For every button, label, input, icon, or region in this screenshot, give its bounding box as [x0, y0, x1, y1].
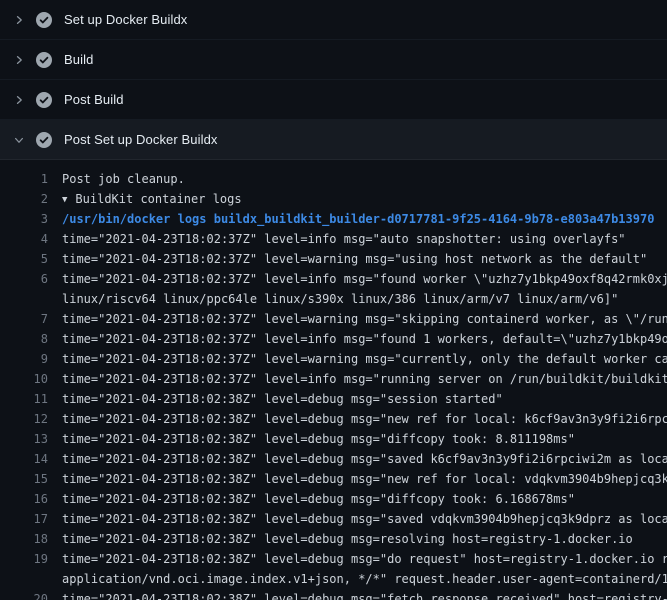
line-number[interactable]: 7 — [0, 309, 62, 329]
check-circle-icon — [36, 52, 52, 68]
line-number[interactable]: 10 — [0, 369, 62, 389]
chevron-right-icon — [13, 94, 25, 106]
log-text: Post job cleanup. — [62, 169, 667, 189]
log-text: time="2021-04-23T18:02:38Z" level=debug … — [62, 429, 667, 449]
log-text: time="2021-04-23T18:02:37Z" level=info m… — [62, 329, 667, 349]
chevron-right-icon — [13, 14, 25, 26]
log-text: time="2021-04-23T18:02:37Z" level=info m… — [62, 369, 667, 389]
log-line: 13time="2021-04-23T18:02:38Z" level=debu… — [0, 429, 667, 449]
log-text: application/vnd.oci.image.index.v1+json,… — [62, 569, 667, 589]
line-number[interactable]: 8 — [0, 329, 62, 349]
line-number[interactable]: 12 — [0, 409, 62, 429]
line-number-empty — [0, 289, 62, 309]
log-line: 19time="2021-04-23T18:02:38Z" level=debu… — [0, 549, 667, 569]
line-number[interactable]: 2 — [0, 189, 62, 209]
log-line: 20time="2021-04-23T18:02:38Z" level=debu… — [0, 589, 667, 600]
log-text: time="2021-04-23T18:02:38Z" level=debug … — [62, 469, 667, 489]
step-header-build[interactable]: Build — [0, 40, 667, 80]
log-text: time="2021-04-23T18:02:38Z" level=debug … — [62, 549, 667, 569]
log-line: 5time="2021-04-23T18:02:37Z" level=warni… — [0, 249, 667, 269]
step-header-post-build[interactable]: Post Build — [0, 80, 667, 120]
line-number[interactable]: 9 — [0, 349, 62, 369]
line-number[interactable]: 11 — [0, 389, 62, 409]
log-text: time="2021-04-23T18:02:38Z" level=debug … — [62, 389, 667, 409]
line-number[interactable]: 16 — [0, 489, 62, 509]
log-line-wrap: linux/riscv64 linux/ppc64le linux/s390x … — [0, 289, 667, 309]
line-number[interactable]: 4 — [0, 229, 62, 249]
log-panel: 1Post job cleanup.2▼BuildKit container l… — [0, 160, 667, 600]
check-circle-icon — [36, 132, 52, 148]
step-label: Post Build — [64, 92, 124, 107]
log-line: 11time="2021-04-23T18:02:38Z" level=debu… — [0, 389, 667, 409]
log-text: time="2021-04-23T18:02:38Z" level=debug … — [62, 509, 667, 529]
log-line: 3/usr/bin/docker logs buildx_buildkit_bu… — [0, 209, 667, 229]
log-text: linux/riscv64 linux/ppc64le linux/s390x … — [62, 289, 667, 309]
log-text: time="2021-04-23T18:02:38Z" level=debug … — [62, 449, 667, 469]
log-line: 14time="2021-04-23T18:02:38Z" level=debu… — [0, 449, 667, 469]
line-number[interactable]: 6 — [0, 269, 62, 289]
check-circle-icon — [36, 92, 52, 108]
log-line: 9time="2021-04-23T18:02:37Z" level=warni… — [0, 349, 667, 369]
step-label: Post Set up Docker Buildx — [64, 132, 218, 147]
log-text: time="2021-04-23T18:02:37Z" level=warnin… — [62, 309, 667, 329]
chevron-right-icon — [13, 54, 25, 66]
line-number-empty — [0, 569, 62, 589]
log-text: time="2021-04-23T18:02:37Z" level=info m… — [62, 269, 667, 289]
line-number[interactable]: 1 — [0, 169, 62, 189]
log-text: time="2021-04-23T18:02:37Z" level=warnin… — [62, 349, 667, 369]
log-line: 2▼BuildKit container logs — [0, 189, 667, 209]
log-line-wrap: application/vnd.oci.image.index.v1+json,… — [0, 569, 667, 589]
line-number[interactable]: 18 — [0, 529, 62, 549]
line-number[interactable]: 3 — [0, 209, 62, 229]
log-text: time="2021-04-23T18:02:38Z" level=debug … — [62, 489, 667, 509]
line-number[interactable]: 20 — [0, 589, 62, 600]
command-text: /usr/bin/docker logs buildx_buildkit_bui… — [62, 209, 667, 229]
log-line: 7time="2021-04-23T18:02:37Z" level=warni… — [0, 309, 667, 329]
log-line: 8time="2021-04-23T18:02:37Z" level=info … — [0, 329, 667, 349]
workflow-log-viewer: Set up Docker Buildx Build Post Build Po… — [0, 0, 667, 600]
log-line: 17time="2021-04-23T18:02:38Z" level=debu… — [0, 509, 667, 529]
line-number[interactable]: 15 — [0, 469, 62, 489]
line-number[interactable]: 13 — [0, 429, 62, 449]
log-text: time="2021-04-23T18:02:38Z" level=debug … — [62, 529, 667, 549]
line-number[interactable]: 19 — [0, 549, 62, 569]
step-label: Set up Docker Buildx — [64, 12, 187, 27]
line-number[interactable]: 14 — [0, 449, 62, 469]
log-line: 6time="2021-04-23T18:02:37Z" level=info … — [0, 269, 667, 289]
log-text: time="2021-04-23T18:02:38Z" level=debug … — [62, 409, 667, 429]
step-header-post-setup-docker-buildx[interactable]: Post Set up Docker Buildx — [0, 120, 667, 160]
log-line: 12time="2021-04-23T18:02:38Z" level=debu… — [0, 409, 667, 429]
step-header-setup-docker-buildx[interactable]: Set up Docker Buildx — [0, 0, 667, 40]
line-number[interactable]: 5 — [0, 249, 62, 269]
log-line: 10time="2021-04-23T18:02:37Z" level=info… — [0, 369, 667, 389]
group-expand-toggle-icon[interactable]: ▼ — [62, 190, 67, 209]
log-line: 18time="2021-04-23T18:02:38Z" level=debu… — [0, 529, 667, 549]
log-text: time="2021-04-23T18:02:38Z" level=debug … — [62, 589, 667, 600]
log-line: 1Post job cleanup. — [0, 169, 667, 189]
check-circle-icon — [36, 12, 52, 28]
log-group-label[interactable]: ▼BuildKit container logs — [62, 189, 667, 209]
log-text: time="2021-04-23T18:02:37Z" level=warnin… — [62, 249, 667, 269]
log-line: 4time="2021-04-23T18:02:37Z" level=info … — [0, 229, 667, 249]
line-number[interactable]: 17 — [0, 509, 62, 529]
chevron-down-icon — [13, 134, 25, 146]
log-text: time="2021-04-23T18:02:37Z" level=info m… — [62, 229, 667, 249]
log-line: 16time="2021-04-23T18:02:38Z" level=debu… — [0, 489, 667, 509]
log-line: 15time="2021-04-23T18:02:38Z" level=debu… — [0, 469, 667, 489]
step-label: Build — [64, 52, 93, 67]
